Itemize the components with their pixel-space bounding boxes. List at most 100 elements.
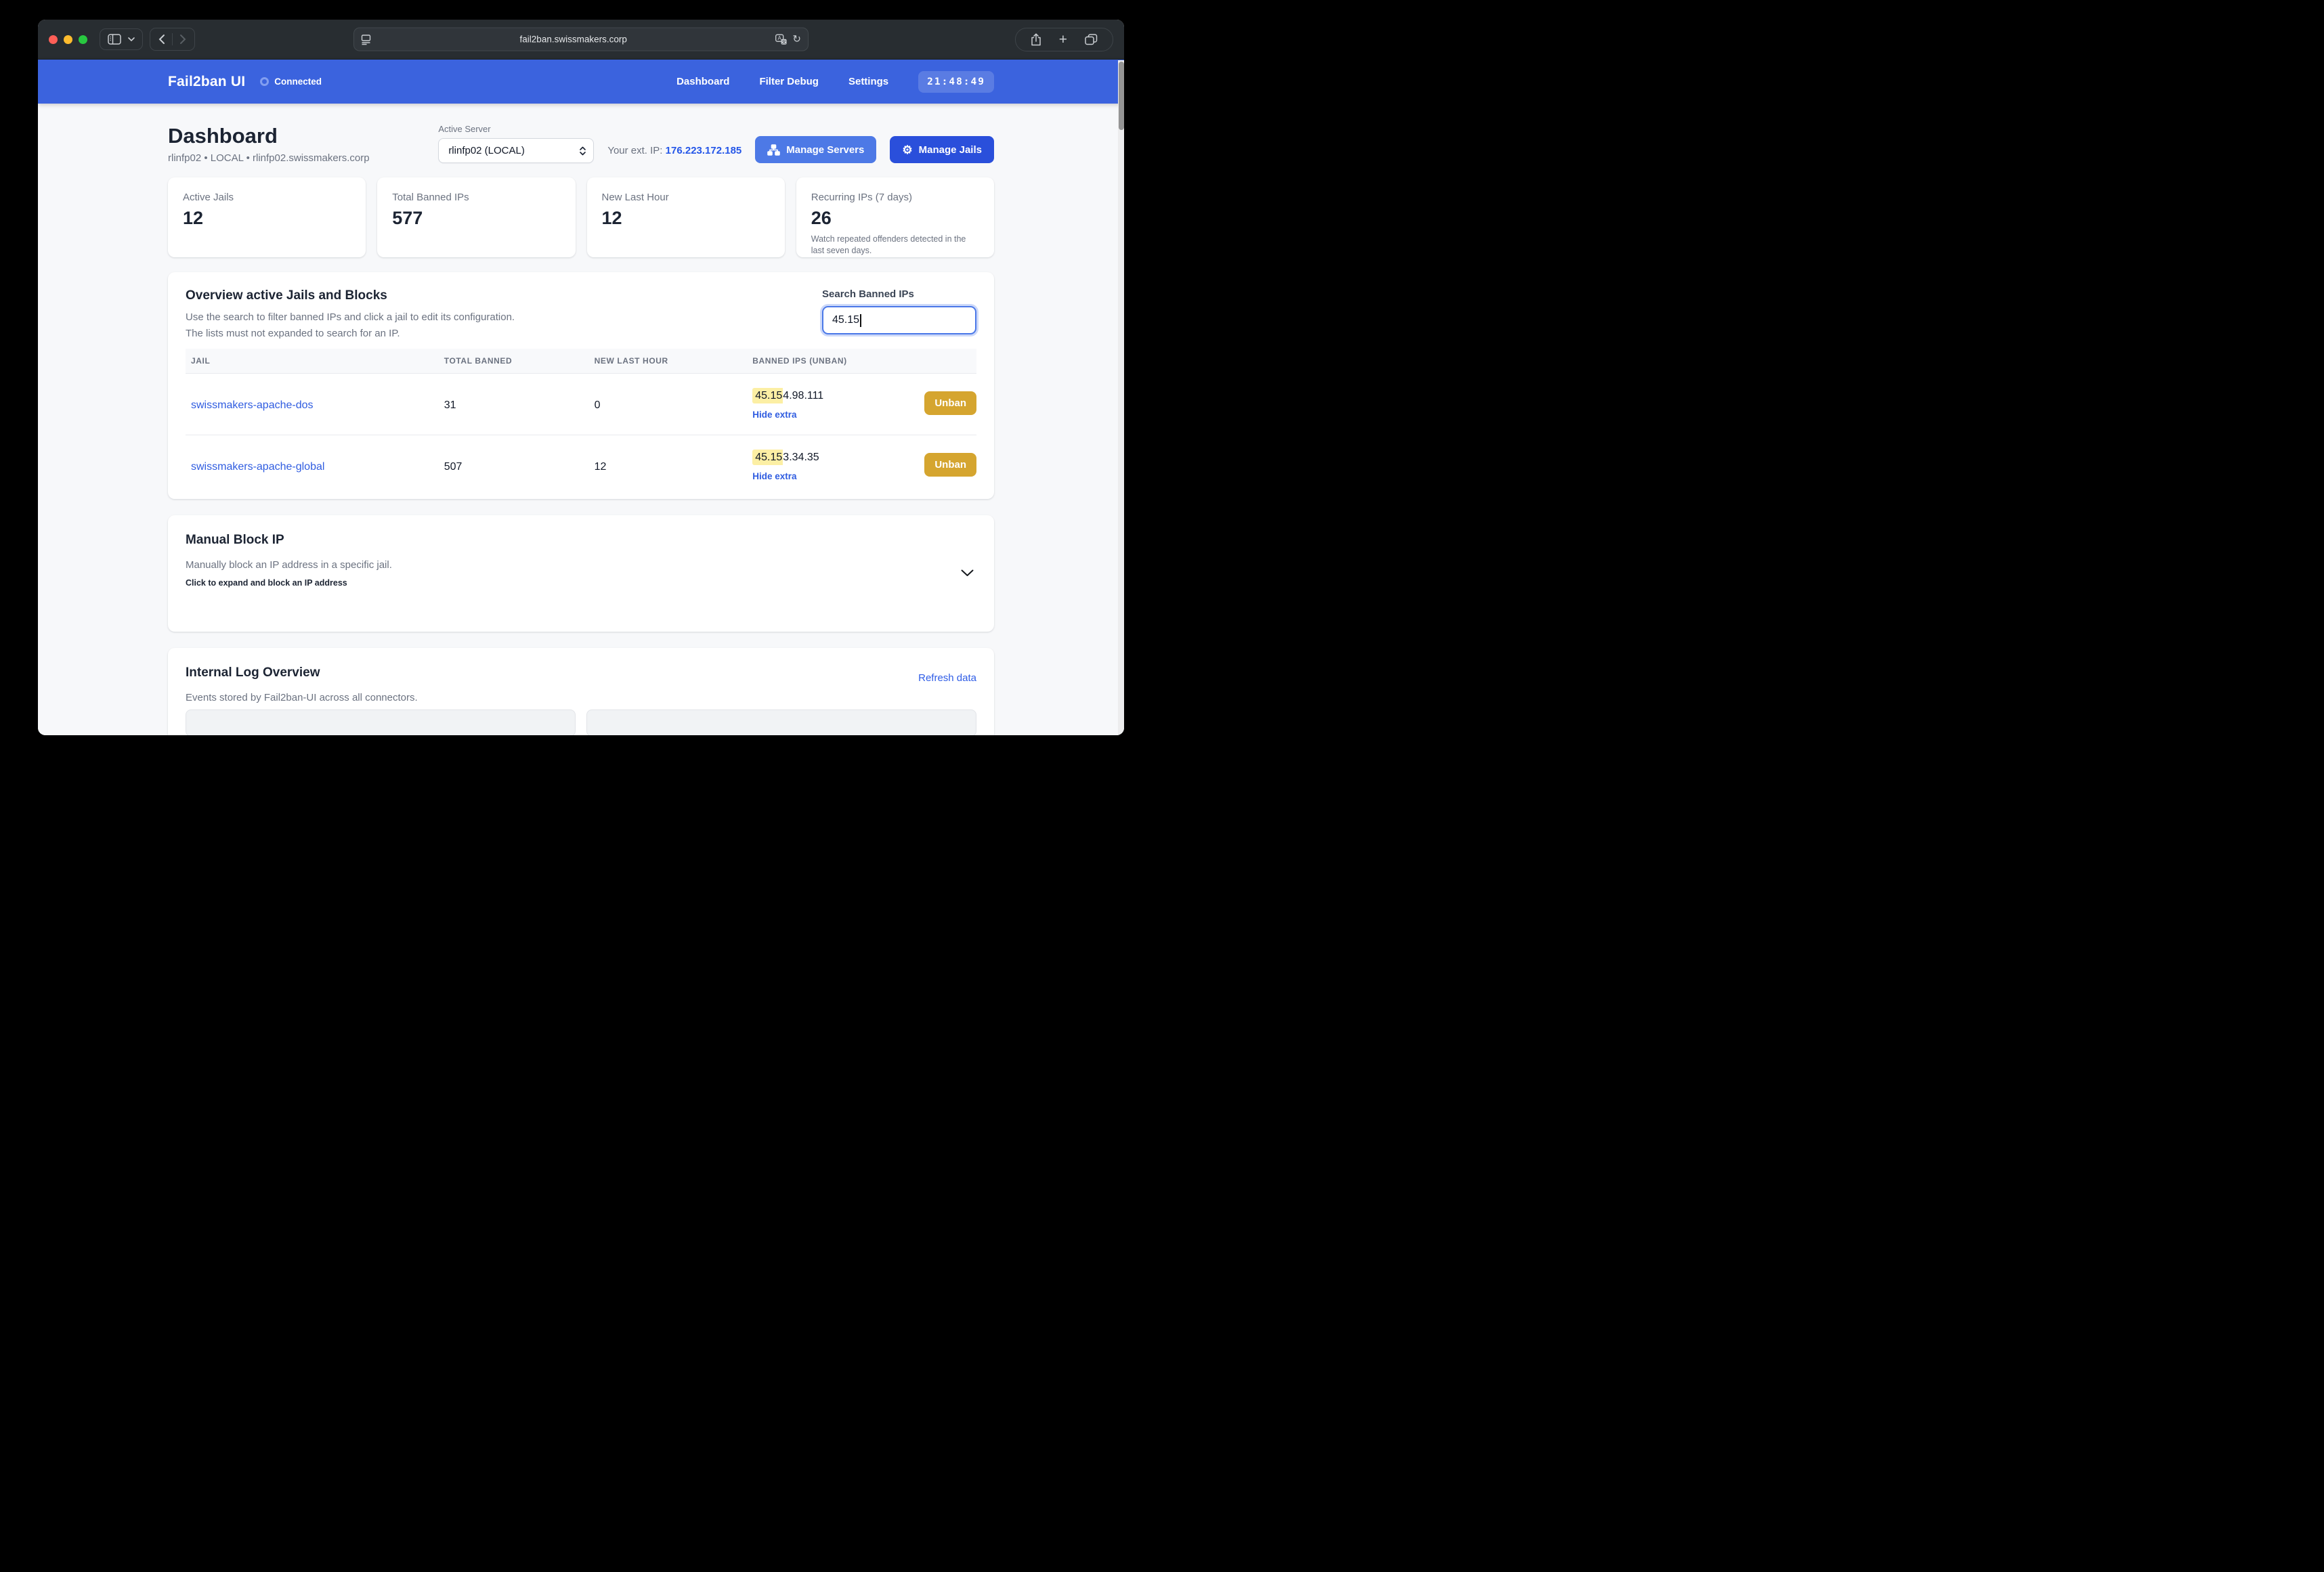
ip-rest: 3.34.35 (783, 452, 819, 463)
manage-jails-button[interactable]: ⚙ Manage Jails (890, 136, 994, 163)
sitemap-icon (767, 144, 781, 156)
active-server-value: rlinfp02 (LOCAL) (448, 145, 525, 156)
table-row: swissmakers-apache-global 507 12 45.153.… (186, 435, 976, 497)
safari-window: fail2ban.swissmakers.corp A 文 ↻ + Fail2b… (38, 20, 1124, 735)
traffic-lights (49, 35, 87, 44)
select-updown-icon (579, 145, 586, 157)
ip-match-highlight: 45.15 (752, 388, 783, 403)
history-nav-group (150, 28, 195, 51)
stat-label: Recurring IPs (7 days) (811, 192, 912, 203)
new-last-hour-value: 12 (594, 461, 607, 473)
stat-card-recurring-ips: Recurring IPs (7 days) 26 Watch repeated… (796, 177, 994, 257)
hide-extra-link[interactable]: Hide extra (752, 410, 796, 420)
scrollbar-thumb[interactable] (1118, 62, 1124, 130)
tab-overview-icon[interactable] (1085, 33, 1098, 45)
column-header-total-banned: TOTAL BANNED (438, 349, 589, 374)
jail-link[interactable]: swissmakers-apache-dos (191, 399, 314, 411)
gear-icon: ⚙ (902, 143, 913, 156)
table-row: swissmakers-apache-dos 31 0 45.154.98.11… (186, 373, 976, 435)
url-text: fail2ban.swissmakers.corp (519, 34, 627, 45)
sidebar-toggle-button[interactable] (100, 28, 143, 50)
total-banned-value: 31 (438, 373, 589, 435)
app-header: Fail2ban UI Connected Dashboard Filter D… (38, 60, 1124, 104)
stat-description: Watch repeated offenders detected in the… (811, 234, 966, 256)
toolbar-right-group: + (1014, 27, 1113, 51)
manual-block-card[interactable]: Manual Block IP Manually block an IP add… (168, 515, 994, 632)
search-banned-ips-label: Search Banned IPs (822, 288, 914, 300)
stat-value: 26 (811, 208, 832, 228)
manage-servers-button[interactable]: Manage Servers (755, 136, 877, 163)
zoom-window-button[interactable] (79, 35, 87, 44)
column-header-jail: JAIL (186, 349, 439, 374)
column-header-banned-ips: BANNED IPS (UNBAN) (747, 349, 976, 374)
stat-label: New Last Hour (601, 192, 669, 203)
page-content: Dashboard rlinfp02 • LOCAL • rlinfp02.sw… (38, 104, 1124, 735)
stat-label: Active Jails (183, 192, 234, 203)
stat-cards-row: Active Jails 12 Total Banned IPs 577 New… (168, 177, 994, 257)
nav-filter-debug[interactable]: Filter Debug (759, 76, 819, 87)
forward-button[interactable] (179, 34, 187, 45)
search-banned-ips: Search Banned IPs 45.15 (822, 288, 976, 334)
nav-settings[interactable]: Settings (848, 76, 888, 87)
manage-servers-label: Manage Servers (786, 144, 865, 156)
connection-status-label: Connected (274, 77, 322, 87)
status-ring-icon (260, 77, 270, 86)
stat-label: Total Banned IPs (392, 192, 469, 203)
nav-dashboard[interactable]: Dashboard (676, 76, 729, 87)
page-scrollbar[interactable] (1118, 60, 1124, 735)
overview-card: Overview active Jails and Blocks Use the… (168, 272, 994, 499)
active-server-select[interactable]: rlinfp02 (LOCAL) (438, 138, 595, 163)
close-window-button[interactable] (49, 35, 58, 44)
translate-icon[interactable]: A 文 (775, 34, 788, 45)
active-server-label: Active Server (438, 124, 491, 134)
minimize-window-button[interactable] (64, 35, 72, 44)
page-header-row: Dashboard rlinfp02 • LOCAL • rlinfp02.sw… (168, 124, 994, 164)
divider (172, 33, 173, 45)
search-banned-ips-input[interactable]: 45.15 (822, 306, 976, 334)
internal-log-title: Internal Log Overview (186, 665, 320, 680)
manual-block-description: Manually block an IP address in a specif… (186, 559, 392, 571)
manual-block-title: Manual Block IP (186, 533, 284, 547)
connection-status: Connected (260, 77, 322, 87)
main-nav: Dashboard Filter Debug Settings 21:48:49 (676, 70, 994, 93)
reload-icon[interactable]: ↻ (792, 35, 801, 45)
stat-value: 12 (183, 208, 204, 228)
back-button[interactable] (158, 34, 165, 45)
manage-jails-label: Manage Jails (918, 144, 982, 156)
log-filters-row (186, 709, 976, 735)
banned-ip: 45.154.98.111 (752, 388, 824, 403)
ip-rest: 4.98.111 (783, 390, 824, 401)
stat-card-total-banned: Total Banned IPs 577 (377, 177, 576, 257)
address-bar[interactable]: fail2ban.swissmakers.corp A 文 ↻ (353, 27, 809, 51)
manual-block-hint: Click to expand and block an IP address (186, 578, 347, 588)
ip-match-highlight: 45.15 (752, 450, 783, 465)
table-header-row: JAIL TOTAL BANNED NEW LAST HOUR BANNED I… (186, 349, 976, 374)
stat-value: 12 (601, 208, 622, 228)
page-subtitle: rlinfp02 • LOCAL • rlinfp02.swissmakers.… (168, 152, 370, 164)
external-ip-label: Your ext. IP: (607, 145, 663, 156)
hide-extra-link[interactable]: Hide extra (752, 471, 796, 481)
page-title: Dashboard (168, 124, 278, 148)
external-ip: Your ext. IP: 176.223.172.185 (607, 145, 741, 156)
refresh-data-link[interactable]: Refresh data (918, 672, 976, 684)
new-tab-icon[interactable]: + (1059, 32, 1067, 47)
unban-button[interactable]: Unban (924, 453, 976, 477)
search-input-value: 45.15 (832, 314, 860, 326)
stat-card-active-jails: Active Jails 12 (168, 177, 366, 257)
unban-button[interactable]: Unban (924, 391, 976, 415)
reader-icon[interactable] (361, 34, 371, 45)
share-icon[interactable] (1031, 32, 1041, 46)
new-last-hour-value: 0 (588, 373, 748, 435)
jail-link[interactable]: swissmakers-apache-global (191, 461, 324, 473)
stat-card-new-last-hour: New Last Hour 12 (586, 177, 785, 257)
banned-ip: 45.153.34.35 (752, 450, 819, 465)
jails-table: JAIL TOTAL BANNED NEW LAST HOUR BANNED I… (186, 349, 976, 496)
log-filter-input[interactable] (586, 709, 976, 735)
clock: 21:48:49 (918, 70, 994, 93)
log-filter-input[interactable] (186, 709, 576, 735)
column-header-new-last-hour: NEW LAST HOUR (588, 349, 748, 374)
sidebar-icon (108, 34, 121, 45)
chevron-down-icon[interactable] (961, 569, 974, 577)
total-banned-value: 507 (444, 461, 462, 473)
stat-value: 577 (392, 208, 423, 228)
